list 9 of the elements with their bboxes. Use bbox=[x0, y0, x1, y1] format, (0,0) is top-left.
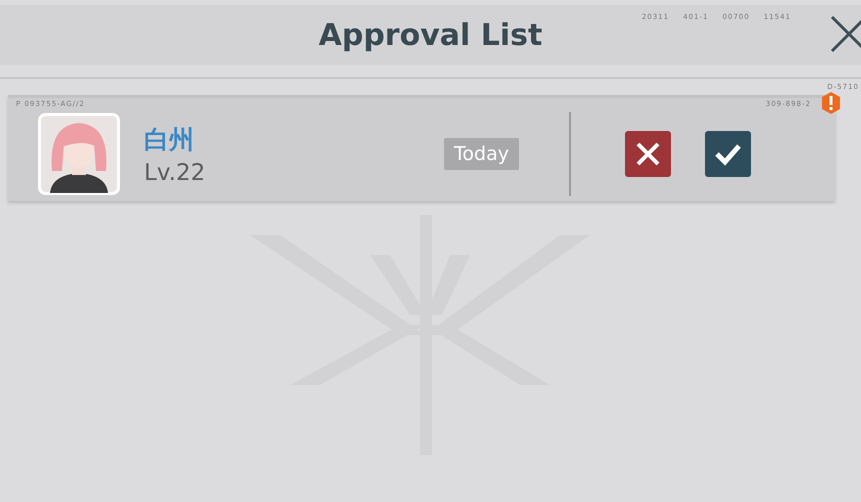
reject-button[interactable] bbox=[624, 131, 671, 177]
player-level: Lv.22 bbox=[144, 160, 206, 186]
window-title: Approval List bbox=[318, 18, 542, 52]
date-tag: Today bbox=[444, 138, 519, 170]
close-icon bbox=[634, 141, 661, 167]
check-icon bbox=[714, 142, 742, 166]
accept-button[interactable] bbox=[704, 131, 751, 177]
close-icon bbox=[829, 14, 861, 54]
player-name: 白州 bbox=[144, 124, 195, 156]
